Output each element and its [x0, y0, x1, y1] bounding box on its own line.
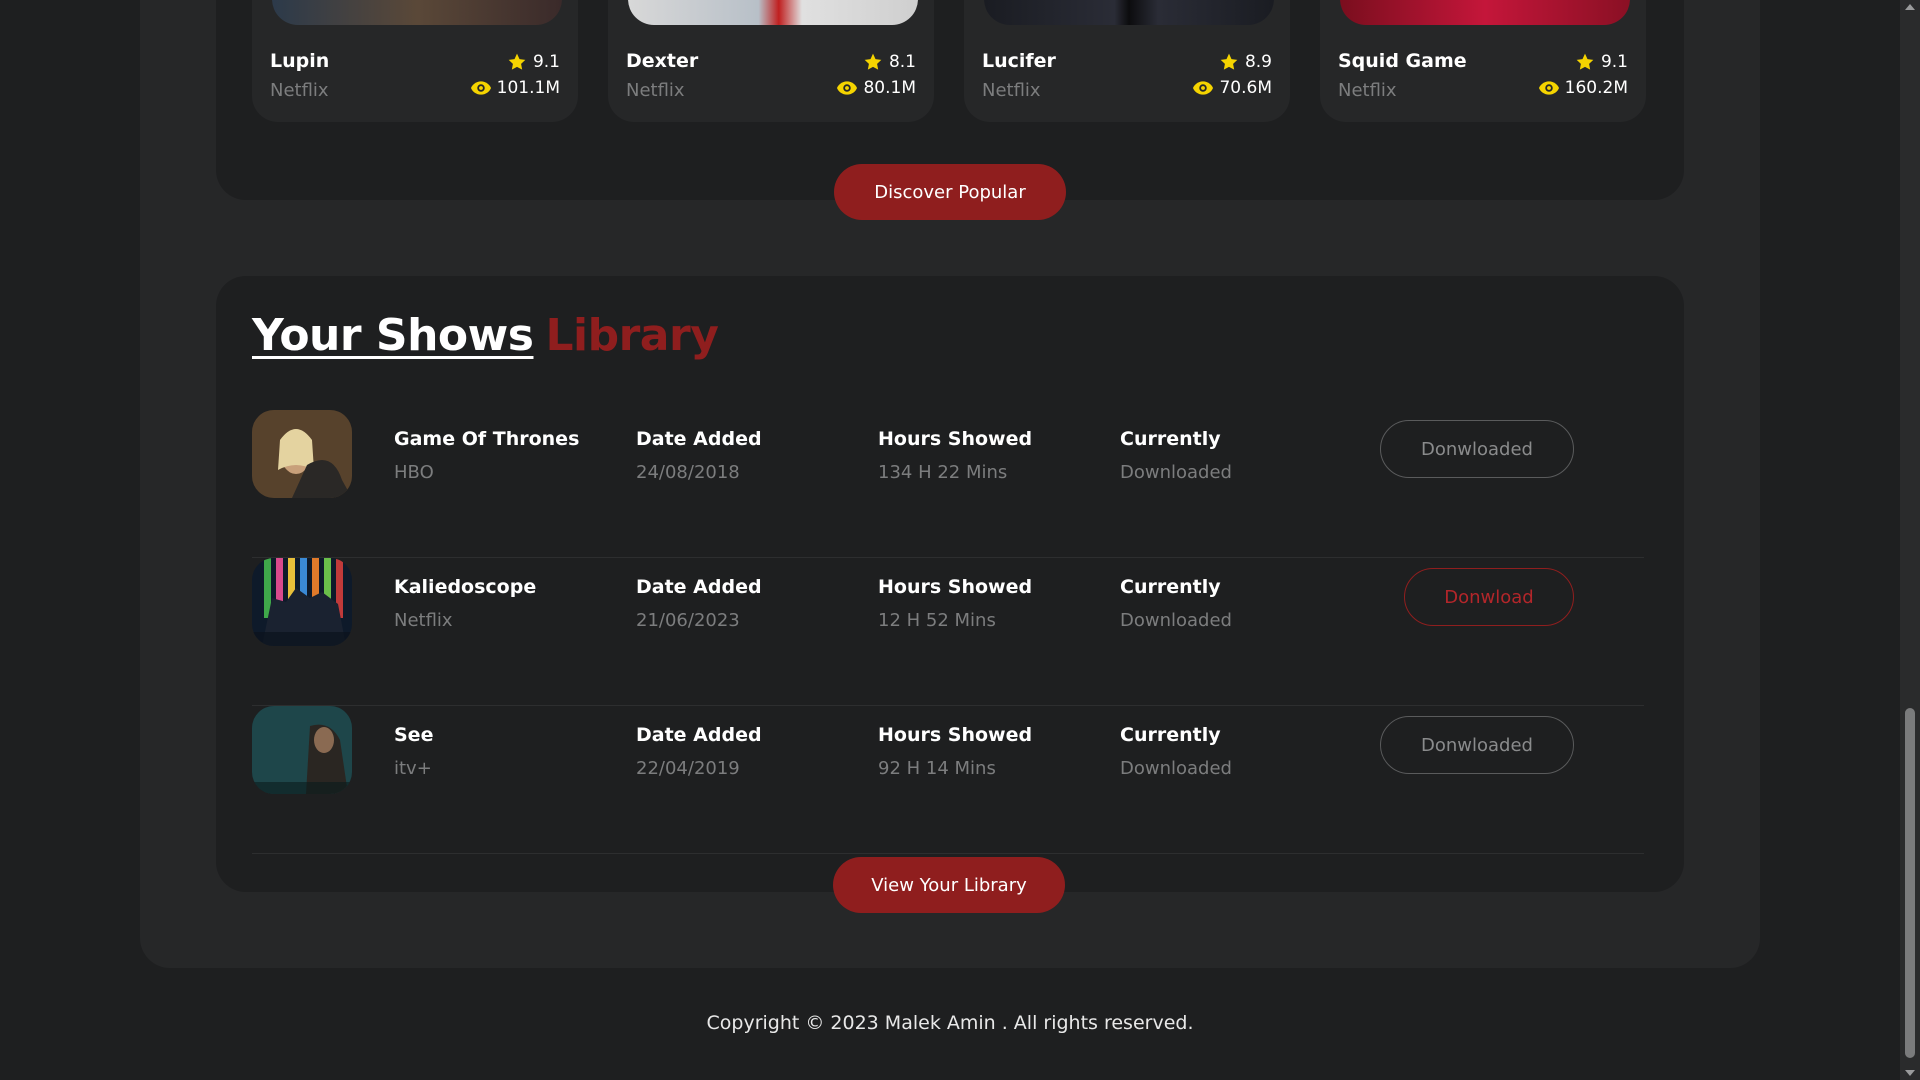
downloaded-button[interactable]: Donwloaded: [1380, 716, 1574, 774]
show-info: See itv+: [394, 724, 433, 779]
show-thumbnail: [252, 410, 352, 498]
hours-showed: Hours Showed 92 H 14 Mins: [878, 724, 1032, 779]
date-added-label: Date Added: [636, 724, 762, 746]
hours-showed-value: 92 H 14 Mins: [878, 758, 996, 779]
download-button[interactable]: Donwload: [1404, 568, 1574, 626]
download-status: Currently Downloaded: [1120, 428, 1232, 483]
scroll-up-icon[interactable]: [1905, 4, 1915, 10]
footer-copyright: Copyright © 2023 Malek Amin . All rights…: [706, 1012, 1194, 1034]
show-card-lucifer[interactable]: Lucifer Netflix 8.9 70.6M: [964, 0, 1290, 122]
rating-value: 8.9: [1244, 52, 1272, 72]
hours-showed-label: Hours Showed: [878, 428, 1033, 450]
card-views: 160.2M: [1538, 78, 1628, 98]
date-added-value: 24/08/2018: [636, 462, 740, 483]
show-card-lupin[interactable]: Lupin Netflix 9.1 101.1M: [252, 0, 578, 122]
status-label: Currently: [1120, 428, 1221, 450]
show-info: Game Of Thrones HBO: [394, 428, 579, 483]
eye-icon: [1538, 81, 1559, 95]
show-platform: Netflix: [394, 610, 453, 631]
views-value: 160.2M: [1564, 78, 1628, 98]
card-title: Lupin: [270, 50, 330, 72]
card-rating: 9.1: [507, 52, 560, 72]
show-thumbnail: [252, 706, 352, 794]
date-added-label: Date Added: [636, 428, 762, 450]
discover-popular-button[interactable]: Discover Popular: [834, 164, 1066, 220]
rating-value: 9.1: [1600, 52, 1628, 72]
date-added-value: 21/06/2023: [636, 610, 740, 631]
library-heading-accent: Library: [545, 310, 719, 361]
hours-showed-label: Hours Showed: [878, 724, 1033, 746]
status-label: Currently: [1120, 576, 1221, 598]
date-added: Date Added 22/04/2019: [636, 724, 762, 779]
card-views: 101.1M: [470, 78, 560, 98]
date-added-label: Date Added: [636, 576, 762, 598]
star-icon: [864, 53, 882, 70]
eye-icon: [837, 81, 858, 95]
library-heading-main: Your Shows: [252, 310, 534, 361]
star-icon: [1576, 53, 1594, 70]
show-platform: itv+: [394, 758, 432, 779]
card-platform: Netflix: [1338, 80, 1397, 101]
eye-icon: [470, 81, 491, 95]
hours-showed-label: Hours Showed: [878, 576, 1033, 598]
card-platform: Netflix: [270, 80, 329, 101]
date-added-value: 22/04/2019: [636, 758, 740, 779]
show-platform: HBO: [394, 462, 434, 483]
scroll-down-icon[interactable]: [1905, 1070, 1915, 1076]
row-divider: [252, 853, 1644, 854]
library-row: Game Of Thrones HBO Date Added 24/08/201…: [252, 410, 1644, 558]
views-value: 80.1M: [863, 78, 916, 98]
show-poster: [628, 0, 918, 25]
show-poster: [984, 0, 1274, 25]
download-status: Currently Downloaded: [1120, 576, 1232, 631]
star-icon: [508, 53, 526, 70]
status-value: Downloaded: [1120, 758, 1232, 779]
library-row: Kaliedoscope Netflix Date Added 21/06/20…: [252, 558, 1644, 706]
show-info: Kaliedoscope Netflix: [394, 576, 536, 631]
show-card-squid-game[interactable]: Squid Game Netflix 9.1 160.2M: [1320, 0, 1646, 122]
hours-showed: Hours Showed 134 H 22 Mins: [878, 428, 1032, 483]
hours-showed: Hours Showed 12 H 52 Mins: [878, 576, 1032, 631]
views-value: 101.1M: [496, 78, 560, 98]
status-value: Downloaded: [1120, 610, 1232, 631]
star-icon: [1220, 53, 1238, 70]
scrollbar-thumb[interactable]: [1905, 708, 1915, 1058]
status-label: Currently: [1120, 724, 1221, 746]
hours-showed-value: 12 H 52 Mins: [878, 610, 996, 631]
card-views: 70.6M: [1193, 78, 1272, 98]
rating-value: 9.1: [532, 52, 560, 72]
card-views: 80.1M: [837, 78, 916, 98]
page-scrollbar[interactable]: [1900, 0, 1920, 1080]
downloaded-button[interactable]: Donwloaded: [1380, 420, 1574, 478]
download-status: Currently Downloaded: [1120, 724, 1232, 779]
status-value: Downloaded: [1120, 462, 1232, 483]
card-title: Dexter: [626, 50, 699, 72]
card-platform: Netflix: [626, 80, 685, 101]
show-title: See: [394, 724, 434, 746]
card-platform: Netflix: [982, 80, 1041, 101]
views-value: 70.6M: [1219, 78, 1272, 98]
show-title: Game Of Thrones: [394, 428, 580, 450]
hours-showed-value: 134 H 22 Mins: [878, 462, 1008, 483]
eye-icon: [1193, 81, 1214, 95]
show-title: Kaliedoscope: [394, 576, 537, 598]
card-rating: 8.1: [863, 52, 916, 72]
library-heading: Your Shows Library: [252, 310, 719, 361]
rating-value: 8.1: [888, 52, 916, 72]
date-added: Date Added 24/08/2018: [636, 428, 762, 483]
show-poster: [272, 0, 562, 25]
show-poster: [1340, 0, 1630, 25]
library-row: See itv+ Date Added 22/04/2019 Hours Sho…: [252, 706, 1644, 854]
card-rating: 9.1: [1575, 52, 1628, 72]
card-title: Squid Game: [1338, 50, 1467, 72]
show-thumbnail: [252, 558, 352, 646]
view-library-button[interactable]: View Your Library: [833, 857, 1065, 913]
card-rating: 8.9: [1219, 52, 1272, 72]
date-added: Date Added 21/06/2023: [636, 576, 762, 631]
card-title: Lucifer: [982, 50, 1056, 72]
show-card-dexter[interactable]: Dexter Netflix 8.1 80.1M: [608, 0, 934, 122]
